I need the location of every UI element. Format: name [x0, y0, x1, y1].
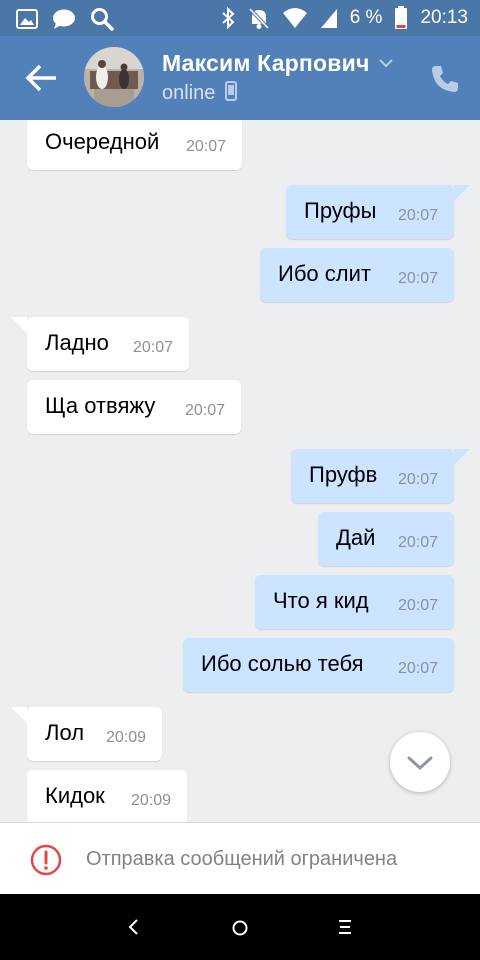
- messaging-restricted-bar: Отправка сообщений ограничена: [0, 822, 480, 894]
- status-bar: 6 % 20:13: [0, 0, 480, 36]
- contact-name[interactable]: Максим Карпович: [162, 50, 370, 77]
- message-text: Очередной: [45, 129, 160, 154]
- restricted-text: Отправка сообщений ограничена: [86, 848, 398, 870]
- message-text: Ибо слит: [278, 261, 371, 286]
- message-text: Лол: [45, 720, 85, 745]
- message-time: 20:07: [397, 471, 438, 488]
- message-incoming[interactable]: Кидок 20:09: [27, 770, 187, 822]
- bubble-tail: [454, 185, 470, 201]
- presence-text: online: [162, 82, 216, 104]
- chat-header: Максим Карпович online: [0, 36, 480, 120]
- message-time: 20:07: [132, 339, 173, 356]
- avatar-photo: [84, 47, 144, 107]
- message-incoming[interactable]: Лол 20:09: [11, 707, 162, 761]
- message-time: 20:07: [397, 534, 438, 551]
- nav-home-icon[interactable]: [231, 919, 249, 937]
- message-text: Ибо солью тебя: [201, 651, 364, 676]
- signal-icon: [320, 9, 337, 28]
- message-outgoing[interactable]: Что я кид 20:07: [255, 575, 454, 629]
- chat-notification-icon: [53, 9, 75, 29]
- battery-icon: [395, 6, 408, 29]
- message-incoming[interactable]: Очередной 20:07: [27, 120, 242, 170]
- message-text: Что я кид: [273, 588, 369, 613]
- message-outgoing[interactable]: Дай 20:07: [318, 512, 454, 566]
- battery-percent: 6 %: [349, 7, 383, 28]
- status-time: 20:13: [420, 7, 468, 28]
- wifi-icon: [282, 8, 307, 28]
- message-time: 20:07: [397, 660, 438, 677]
- bluetooth-icon: [222, 6, 235, 30]
- bubble-tail: [11, 707, 27, 723]
- message-text: Ща отвяжу: [45, 393, 156, 418]
- scroll-to-bottom-button[interactable]: [390, 732, 450, 792]
- scroll-down-chevron-icon: [407, 756, 433, 770]
- bubble-tail: [11, 317, 27, 333]
- message-text: Кидок: [45, 783, 105, 808]
- avatar[interactable]: [84, 47, 144, 107]
- message-time: 20:07: [397, 207, 438, 224]
- message-time: 20:09: [105, 729, 146, 746]
- message-time: 20:07: [184, 402, 225, 419]
- nav-menu-icon[interactable]: [337, 918, 353, 936]
- message-text: Дай: [336, 525, 376, 550]
- gallery-icon: [16, 9, 38, 29]
- message-time: 20:07: [185, 138, 226, 155]
- message-text: Ладно: [45, 330, 109, 355]
- nav-back-icon[interactable]: [126, 918, 140, 936]
- back-arrow-icon[interactable]: [24, 62, 60, 94]
- warning-icon: [30, 844, 62, 876]
- message-list[interactable]: Очередной 20:07 Пруфы 20:07 Ибо слит 20:…: [0, 120, 480, 822]
- message-outgoing[interactable]: Ибо солью тебя 20:07: [183, 638, 454, 692]
- message-time: 20:07: [397, 597, 438, 614]
- presence-status: online: [162, 81, 237, 105]
- bubble-tail: [454, 449, 470, 465]
- chevron-down-icon[interactable]: [378, 58, 394, 68]
- message-incoming[interactable]: Ладно 20:07: [11, 317, 189, 371]
- message-text: Пруфы: [304, 198, 377, 223]
- mobile-device-icon: [224, 81, 237, 101]
- mute-icon: [248, 7, 269, 30]
- message-text: Пруфв: [309, 462, 378, 487]
- message-outgoing[interactable]: Пруфы 20:07: [286, 185, 470, 239]
- message-time: 20:07: [397, 270, 438, 287]
- system-navigation-bar: [0, 894, 480, 960]
- message-outgoing[interactable]: Ибо слит 20:07: [260, 248, 454, 302]
- phone-icon[interactable]: [430, 64, 460, 94]
- message-incoming[interactable]: Ща отвяжу 20:07: [27, 380, 241, 434]
- message-time: 20:09: [130, 792, 171, 809]
- search-icon: [91, 8, 114, 31]
- message-outgoing[interactable]: Пруфв 20:07: [291, 449, 470, 503]
